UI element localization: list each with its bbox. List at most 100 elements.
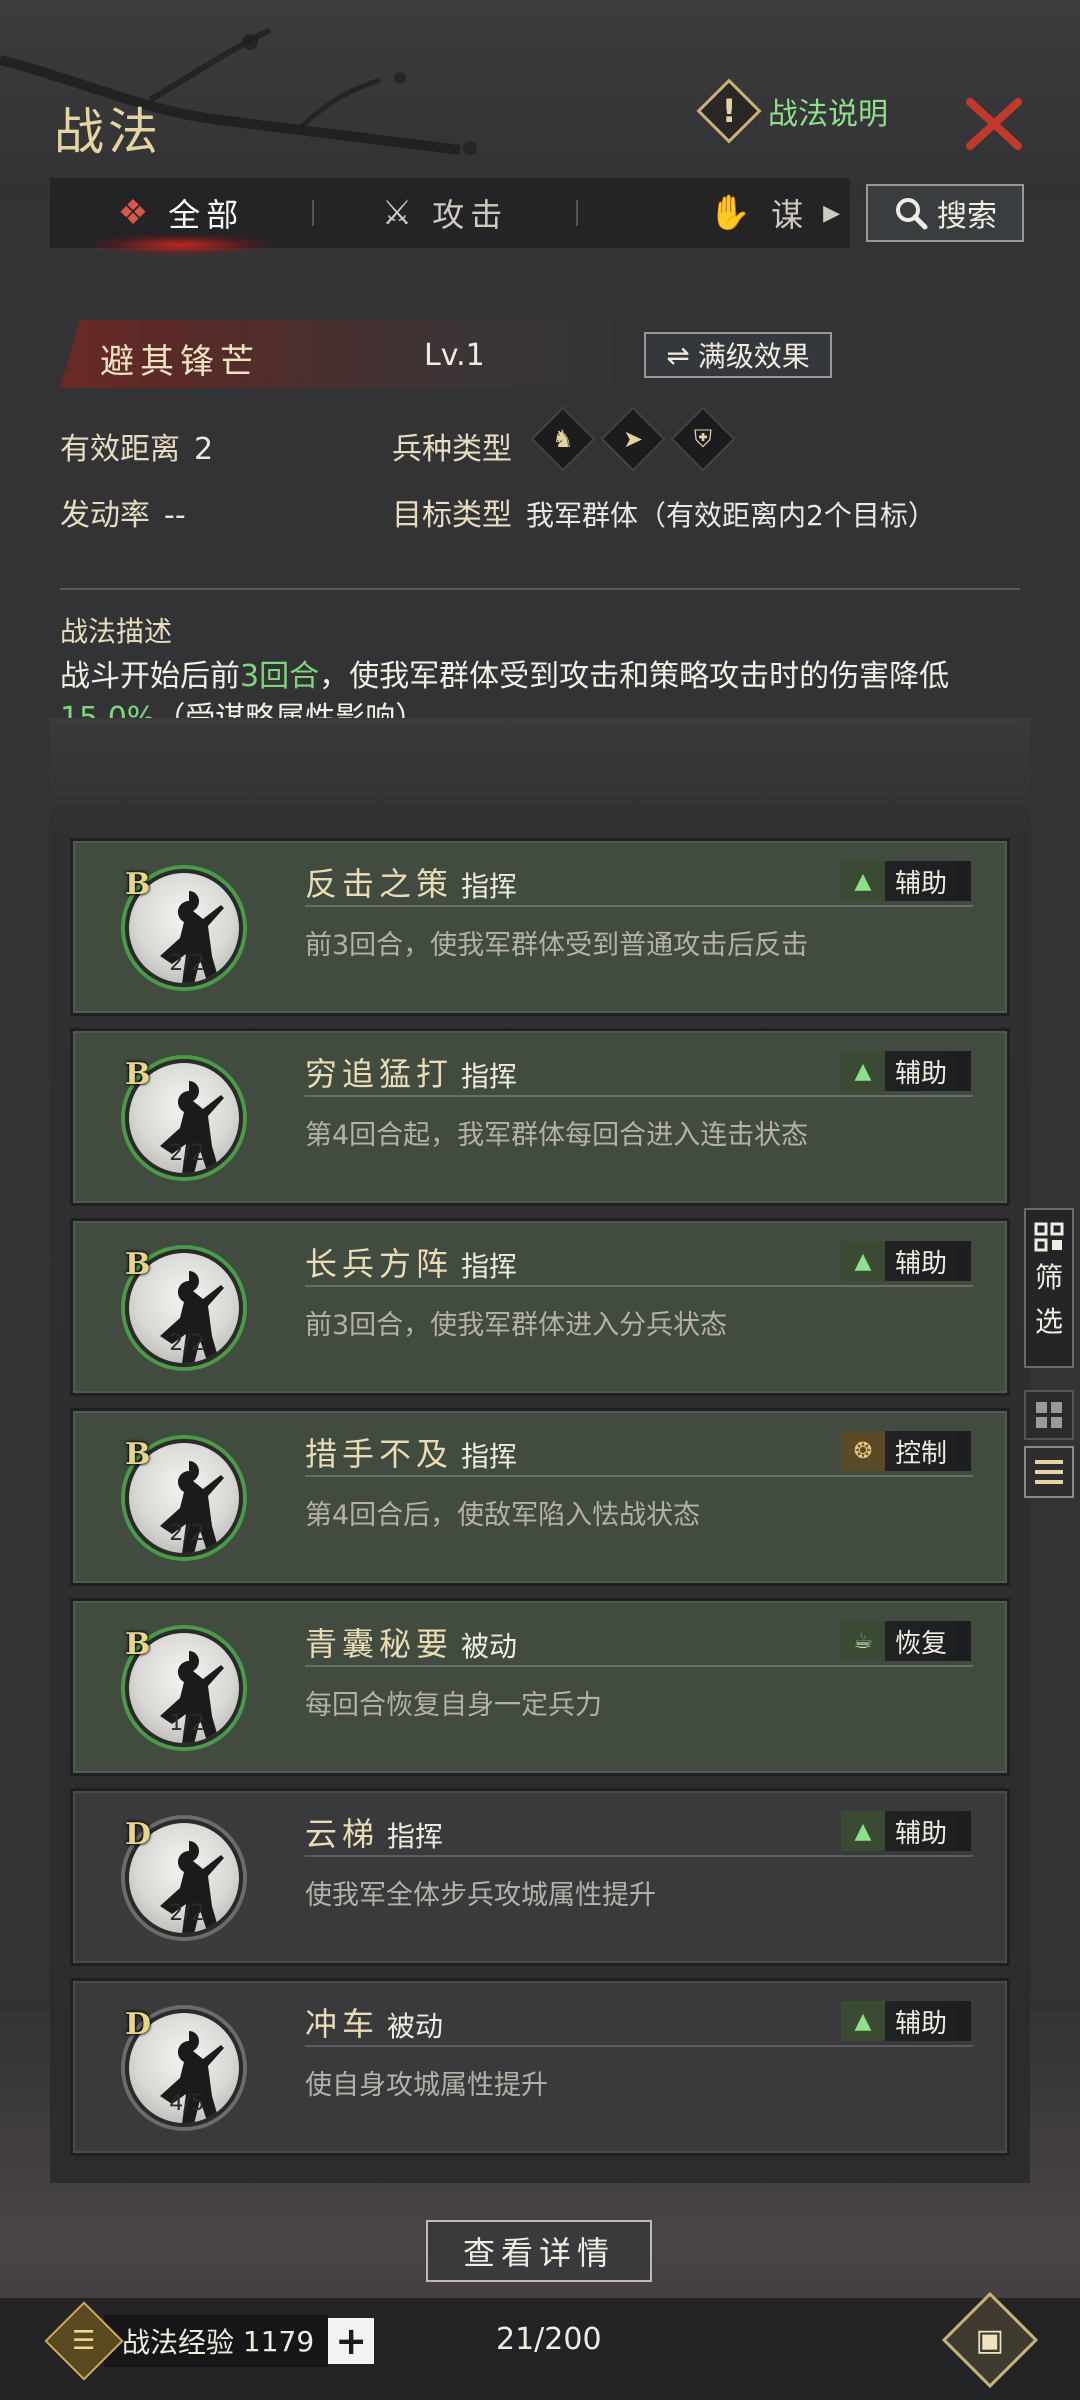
assist-icon: ▲ (841, 1051, 885, 1091)
exp-label: 战法经验 1179 (104, 2315, 329, 2367)
unit-type-label: 兵种类型 (392, 432, 512, 467)
tactic-card[interactable]: B 2/2 措手不及 指挥 ❂ 控制第4回合后，使敌军陷入怯战状态 (70, 1408, 1010, 1586)
tactic-name: 避其锋芒 (100, 342, 260, 382)
tactic-card-tag: ▲ 辅助 (841, 1051, 971, 1091)
tactic-card-name: 穷追猛打 (305, 1055, 454, 1093)
filter-button[interactable]: 筛 选 (1024, 1208, 1074, 1368)
shield-icon: ⛨ (670, 406, 736, 472)
search-icon (896, 198, 928, 230)
unit-type-icons: ♞ ➤ ⛨ (530, 406, 736, 472)
card-divider (305, 1095, 973, 1097)
tab-attack[interactable]: ⚔ 攻击 (314, 178, 576, 248)
heal-icon: ☕ (841, 1621, 885, 1661)
tactic-card-name: 冲车 (305, 2005, 380, 2043)
count-label: 2/2 (169, 1901, 205, 1926)
grade-label: B (125, 1437, 151, 1472)
tactic-help-button[interactable]: ! 战法说明 (696, 78, 888, 144)
tactic-card-name: 反击之策 (305, 865, 454, 903)
grid-icon (1036, 1402, 1062, 1428)
tactic-card-type: 指挥 (387, 1820, 444, 1853)
assist-icon: ▲ (841, 1241, 885, 1281)
tactic-card-name: 云梯 (305, 1815, 380, 1853)
tactic-card-tag: ▲ 辅助 (841, 861, 971, 901)
count-label: 2/2 (169, 1141, 205, 1166)
card-divider (305, 905, 973, 907)
tactic-card-desc: 第4回合起，我军群体每回合进入连击状态 (305, 1120, 809, 1151)
count-label: 1/2 (169, 1711, 205, 1736)
tactic-card-type: 指挥 (461, 1060, 518, 1093)
count-label: 2/2 (169, 951, 205, 976)
count-label: 2/2 (169, 1521, 205, 1546)
tactic-card-tag: ▲ 辅助 (841, 1811, 971, 1851)
tab-all[interactable]: ❖ 全部 (50, 178, 312, 256)
grade-label: B (125, 1627, 151, 1662)
tactic-card-type: 指挥 (461, 870, 518, 903)
tactic-card[interactable]: B 1/2 青囊秘要 被动 ☕ 恢复 每回合恢复自身一定兵力 (70, 1598, 1010, 1776)
tactic-card-tag: ❂ 控制 (841, 1431, 971, 1471)
filter-grid-icon (1034, 1222, 1064, 1252)
tab-strategy[interactable]: ✋ 谋 ▶ (578, 178, 850, 248)
cavalry-icon: ♞ (530, 406, 596, 472)
card-divider (305, 1285, 973, 1287)
bow-icon: ➤ (600, 406, 666, 472)
tactic-help-label: 战法说明 (768, 97, 888, 132)
grade-label: D (125, 2007, 152, 2042)
count-label: 4/5 (169, 2091, 205, 2116)
tactic-card-type: 被动 (461, 1630, 518, 1663)
tactic-count: 21/200 (496, 2322, 602, 2357)
chevron-right-icon: ▶ (823, 200, 840, 226)
tactic-card[interactable]: B 2/2 反击之策 指挥 ▲ 辅助前3回合，使我军群体受到普通攻击后反击 (70, 838, 1010, 1016)
crossed-swords-icon: ⚔ (381, 193, 419, 233)
card-divider (305, 1855, 973, 1857)
grade-label: B (125, 1057, 151, 1092)
tactic-card[interactable]: B 2/2 穷追猛打 指挥 ▲ 辅助第4回合起，我军群体每回合进入连击状态 (70, 1028, 1010, 1206)
range-row: 有效距离 2 (60, 432, 214, 467)
tactic-card-desc: 使自身攻城属性提升 (305, 2070, 548, 2101)
tactic-card[interactable]: B 2/2 长兵方阵 指挥 ▲ 辅助 前3回合，使我军群体进入分兵状态 (70, 1218, 1010, 1396)
tactic-card-tag: ▲ 辅助 (841, 2001, 971, 2041)
tactic-card-type: 被动 (387, 2010, 444, 2043)
control-icon: ❂ (841, 1431, 885, 1471)
page-title: 战法 (54, 103, 162, 161)
card-divider (305, 1665, 973, 1667)
grade-label: B (125, 867, 151, 902)
list-view-button[interactable] (1024, 1446, 1074, 1498)
add-exp-button[interactable]: + (328, 2318, 375, 2364)
grid-view-button[interactable] (1024, 1390, 1074, 1440)
max-level-effect-button[interactable]: ⇌ 满级效果 (644, 332, 832, 378)
target-row: 目标类型 我军群体（有效距离内2个目标） (392, 498, 936, 533)
tactic-card-tag: ☕ 恢复 (841, 1621, 971, 1661)
tactic-card[interactable]: D 2/2 云梯 指挥 ▲ 辅助 使我军全体步兵攻城属性提升 (70, 1788, 1010, 1966)
category-tabs: ❖ 全部 ⚔ 攻击 ✋ 谋 ▶ (50, 178, 850, 256)
search-button[interactable]: 搜索 (866, 184, 1024, 242)
grade-label: B (125, 1247, 151, 1282)
tactic-card-desc: 前3回合，使我军群体进入分兵状态 (305, 1310, 728, 1341)
rate-row: 发动率 -- (60, 498, 186, 533)
exp-scroll-icon: ☰ (44, 2301, 124, 2381)
swap-arrows-icon: ⇌ (666, 338, 690, 372)
tactic-card-desc: 前3回合，使我军群体受到普通攻击后反击 (305, 930, 809, 961)
view-details-button[interactable]: 查看详情 (426, 2220, 652, 2282)
tactic-card-desc: 第4回合后，使敌军陷入怯战状态 (305, 1500, 701, 1531)
assist-icon: ▲ (841, 1811, 885, 1851)
card-divider (305, 2045, 973, 2047)
close-icon[interactable] (964, 96, 1024, 152)
tactic-card-desc: 每回合恢复自身一定兵力 (305, 1690, 602, 1721)
book-icon: ▣ (975, 2322, 1005, 2358)
tactic-card-type: 指挥 (461, 1250, 518, 1283)
bundle-icon: ❖ (117, 193, 155, 233)
tactic-exp: ☰ 战法经验 1179 + (44, 2301, 375, 2381)
hand-icon: ✋ (708, 193, 758, 233)
tactic-card-tag: ▲ 辅助 (841, 1241, 971, 1281)
tactic-level: Lv.1 (424, 338, 485, 373)
description-title: 战法描述 (60, 615, 173, 648)
assist-icon: ▲ (841, 2001, 885, 2041)
divider (60, 588, 1020, 590)
tactic-card-type: 指挥 (461, 1440, 518, 1473)
tactic-card-name: 措手不及 (305, 1435, 454, 1473)
tactic-card[interactable]: D 4/5 冲车 被动 ▲ 辅助使自身攻城属性提升 (70, 1978, 1010, 2156)
list-icon (1035, 1460, 1063, 1484)
card-divider (305, 1475, 973, 1477)
tactic-card-desc: 使我军全体步兵攻城属性提升 (305, 1880, 656, 1911)
count-label: 2/2 (169, 1331, 205, 1356)
